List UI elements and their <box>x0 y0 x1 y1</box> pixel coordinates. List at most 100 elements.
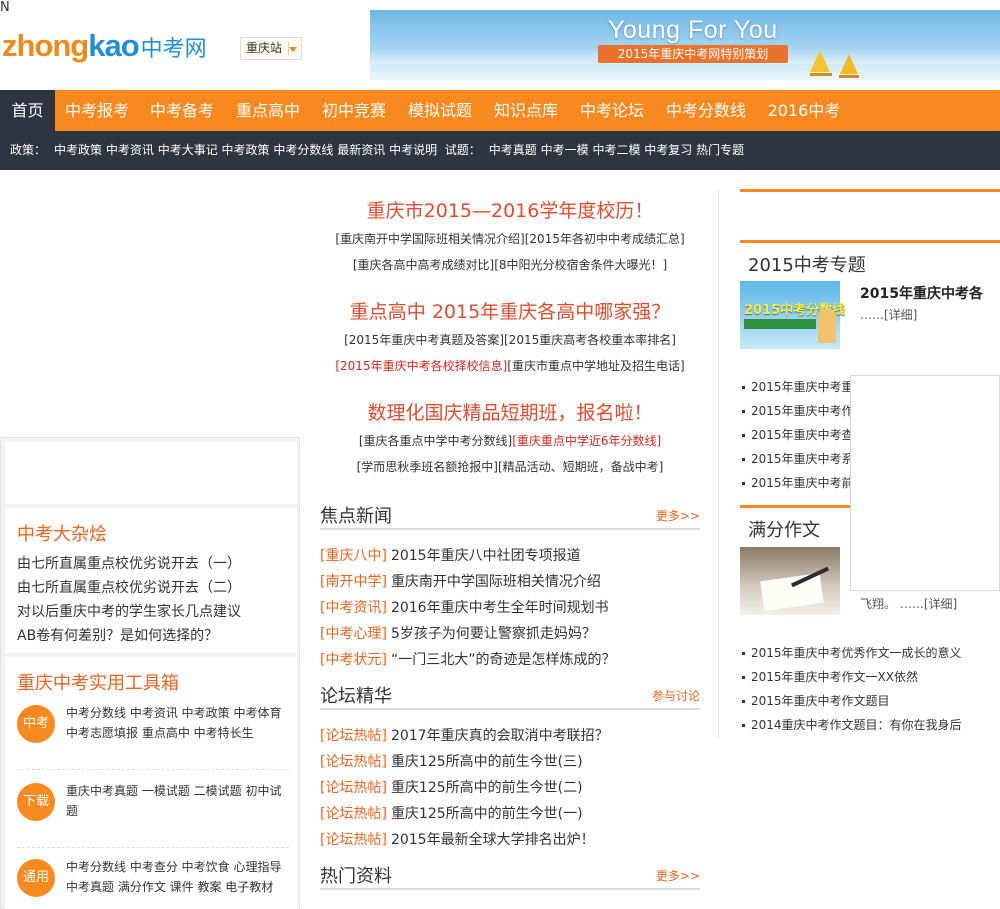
topic-item[interactable]: 2015年重庆中考前 <box>742 471 866 495</box>
essay-item[interactable]: 2015年重庆中考作文题目 <box>742 689 962 713</box>
news-item[interactable]: [南开中学] 重庆南开中学国际班相关情况介绍 <box>320 571 700 591</box>
more-link[interactable]: 更多>> <box>656 507 700 524</box>
magazine-item[interactable]: 由七所直属重点校优劣说开去（一） <box>17 552 241 576</box>
divider <box>17 847 289 848</box>
banner-sea <box>370 64 1000 80</box>
forum-item[interactable]: [论坛热帖] 重庆125所高中的前生今世(三) <box>320 751 700 771</box>
subnav-link[interactable]: 中考分数线 <box>273 143 333 157</box>
tool-badge: 通用 <box>17 859 55 897</box>
forum-item[interactable]: [论坛热帖] 2017年重庆真的会取消中考联招？ <box>320 725 700 745</box>
sublink[interactable]: [重庆各重点中学中考分数线] <box>359 434 512 448</box>
headline-course[interactable]: 数理化国庆精品短期班，报名啦！ <box>320 398 700 425</box>
sublink[interactable]: [2015年重庆中考真题及答案] <box>344 333 504 347</box>
subnav-link[interactable]: 最新资讯 <box>337 143 385 157</box>
sub-nav: 政策： 中考政策 中考资讯 中考大事记 中考政策 中考分数线 最新资讯 中考说明 … <box>0 131 1000 170</box>
news-text: 2016年重庆中考生全年时间规划书 <box>390 600 609 616</box>
promo-banner[interactable]: Young For You 2015年重庆中考网特别策划 <box>370 10 1000 80</box>
topic-item-text: 2015年重庆中考系列 <box>751 452 866 466</box>
news-item[interactable]: [中考资讯] 2016年重庆中考生全年时间规划书 <box>320 597 700 617</box>
nav-item-2016[interactable]: 2016中考 <box>759 90 849 131</box>
nav-item-key-highschool[interactable]: 重点高中 <box>227 90 309 131</box>
news-item[interactable]: [中考心理] 5岁孩子为何要让警察抓走妈妈？ <box>320 623 700 643</box>
magazine-item[interactable]: 对以后重庆中考的学生家长几点建议 <box>17 600 241 624</box>
sublink[interactable]: [重庆市重点中学地址及招生电话] <box>507 359 684 373</box>
sublink-highlight[interactable]: [重庆重点中学近6年分数线] <box>512 434 661 448</box>
forum-text: 重庆125所高中的前生今世(三) <box>390 754 583 770</box>
nav-item-mock-exams[interactable]: 模拟试题 <box>399 90 481 131</box>
sailboat-icon <box>840 54 858 74</box>
topic-item[interactable]: 2015年重庆中考重 <box>742 375 866 399</box>
subnav-link[interactable]: 中考说明 <box>389 143 437 157</box>
essay-item[interactable]: 2015年重庆中考优秀作文一成长的意义 <box>742 641 962 665</box>
sublink-highlight[interactable]: [2015年重庆中考各校择校信息] <box>335 359 507 373</box>
sublink[interactable]: [学而思秋季班名额抢报中] <box>357 460 498 474</box>
news-item[interactable]: [中考状元] “一门三北大”的奇迹是怎样炼成的？ <box>320 649 700 669</box>
topic-detail-link[interactable]: ……[详细] <box>860 306 917 323</box>
topic-thumbnail[interactable]: 2015中考分数线 <box>740 281 845 349</box>
topic-item[interactable]: 2015年重庆中考查分 <box>742 423 866 447</box>
subnav-link[interactable]: 中考政策 <box>222 143 270 157</box>
forum-header: 论坛精华 参与讨论 <box>320 680 700 710</box>
bullet <box>742 458 745 461</box>
news-item[interactable]: [重庆八中] 2015年重庆八中社团专项报道 <box>320 545 700 565</box>
sublink[interactable]: [精品活动、短期班，备战中考] <box>498 460 663 474</box>
forum-tag: [论坛热帖] <box>320 806 387 822</box>
nav-item-prepare[interactable]: 中考备考 <box>141 90 223 131</box>
sublink[interactable]: [8中阳光分校宿舍条件大曝光！] <box>494 258 667 272</box>
join-discussion-link[interactable]: 参与讨论 <box>652 687 700 704</box>
headline-sublinks: [2015年重庆中考各校择校信息][重庆市重点中学地址及招生电话] <box>320 357 700 374</box>
subnav-link[interactable]: 中考政策 <box>54 143 102 157</box>
tool-links[interactable]: 中考分数线 中考查分 中考饮食 心理指导 中考真题 满分作文 课件 教案 电子教… <box>66 857 291 897</box>
overlay-popup[interactable] <box>850 375 1000 591</box>
essay-thumbnail[interactable] <box>740 547 840 615</box>
site-logo[interactable]: zhongkao 中考网 <box>2 28 207 68</box>
forum-tag: [论坛热帖] <box>320 728 387 744</box>
sublink[interactable]: [重庆各高中高考成绩对比] <box>353 258 494 272</box>
sublink[interactable]: [重庆南开中学国际班相关情况介绍] <box>335 232 524 246</box>
forum-tag: [论坛热帖] <box>320 754 387 770</box>
forum-text: 重庆125所高中的前生今世(二) <box>390 780 583 796</box>
nav-item-forum[interactable]: 中考论坛 <box>571 90 653 131</box>
essay-section-title: 满分作文 <box>748 520 820 541</box>
topic-feature-title[interactable]: 2015年重庆中考各 <box>860 283 983 303</box>
subnav-link[interactable]: 中考资讯 <box>106 143 154 157</box>
divider <box>17 769 289 770</box>
nav-item-score-line[interactable]: 中考分数线 <box>657 90 755 131</box>
subnav-link[interactable]: 热门专题 <box>696 143 744 157</box>
station-select[interactable]: 重庆站 <box>240 37 302 60</box>
bullet <box>742 434 745 437</box>
magazine-item[interactable]: AB卷有何差别？是如何选择的？ <box>17 624 241 648</box>
more-link[interactable]: 更多>> <box>656 867 700 884</box>
subnav-link[interactable]: 中考真题 <box>489 143 537 157</box>
nav-item-apply[interactable]: 中考报考 <box>56 90 138 131</box>
nav-item-knowledge[interactable]: 知识点库 <box>485 90 567 131</box>
magazine-item[interactable]: 由七所直属重点校优劣说开去（二） <box>17 576 241 600</box>
forum-item[interactable]: [论坛热帖] 重庆125所高中的前生今世(二) <box>320 777 700 797</box>
sailboat-icon <box>810 50 830 72</box>
subnav-link[interactable]: 中考复习 <box>644 143 692 157</box>
news-tag: [中考资讯] <box>320 600 387 616</box>
subnav-link[interactable]: 中考二模 <box>592 143 640 157</box>
nav-item-competition[interactable]: 初中竞赛 <box>313 90 395 131</box>
essay-item[interactable]: 2015年重庆中考作文一XX依然 <box>742 665 962 689</box>
tool-links[interactable]: 重庆中考真题 一模试题 二模试题 初中试题 <box>66 781 291 821</box>
focus-news-header: 焦点新闻 更多>> <box>320 500 700 530</box>
right-topbar <box>740 189 1000 192</box>
headline-calendar[interactable]: 重庆市2015—2016学年度校历！ <box>320 196 700 223</box>
essay-item[interactable]: 2014重庆中考作文题目：有你在我身后 <box>742 713 962 737</box>
headline-highschools[interactable]: 重点高中 2015年重庆各高中哪家强？ <box>320 297 700 324</box>
toolbox-title: 重庆中考实用工具箱 <box>17 673 179 694</box>
topic-item[interactable]: 2015年重庆中考系列 <box>742 447 866 471</box>
sublink[interactable]: [2015年各初中中考成绩汇总] <box>525 232 685 246</box>
essay-detail-link[interactable]: 飞翔。 ……[详细] <box>860 595 957 612</box>
headline-sublinks: [重庆南开中学国际班相关情况介绍][2015年各初中中考成绩汇总] <box>320 230 700 247</box>
subnav-link[interactable]: 中考一模 <box>541 143 589 157</box>
topic-item[interactable]: 2015年重庆中考作文 <box>742 399 866 423</box>
sublink[interactable]: [2015重庆高考各校重本率排名] <box>504 333 676 347</box>
nav-item-home[interactable]: 首页 <box>0 90 55 131</box>
forum-item[interactable]: [论坛热帖] 2015年最新全球大学排名出炉！ <box>320 829 700 849</box>
tool-badge: 中考 <box>17 705 55 743</box>
subnav-link[interactable]: 中考大事记 <box>158 143 218 157</box>
tool-links[interactable]: 中考分数线 中考资讯 中考政策 中考体育 中考志愿填报 重点高中 中考特长生 <box>66 703 291 743</box>
forum-item[interactable]: [论坛热帖] 重庆125所高中的前生今世(一) <box>320 803 700 823</box>
